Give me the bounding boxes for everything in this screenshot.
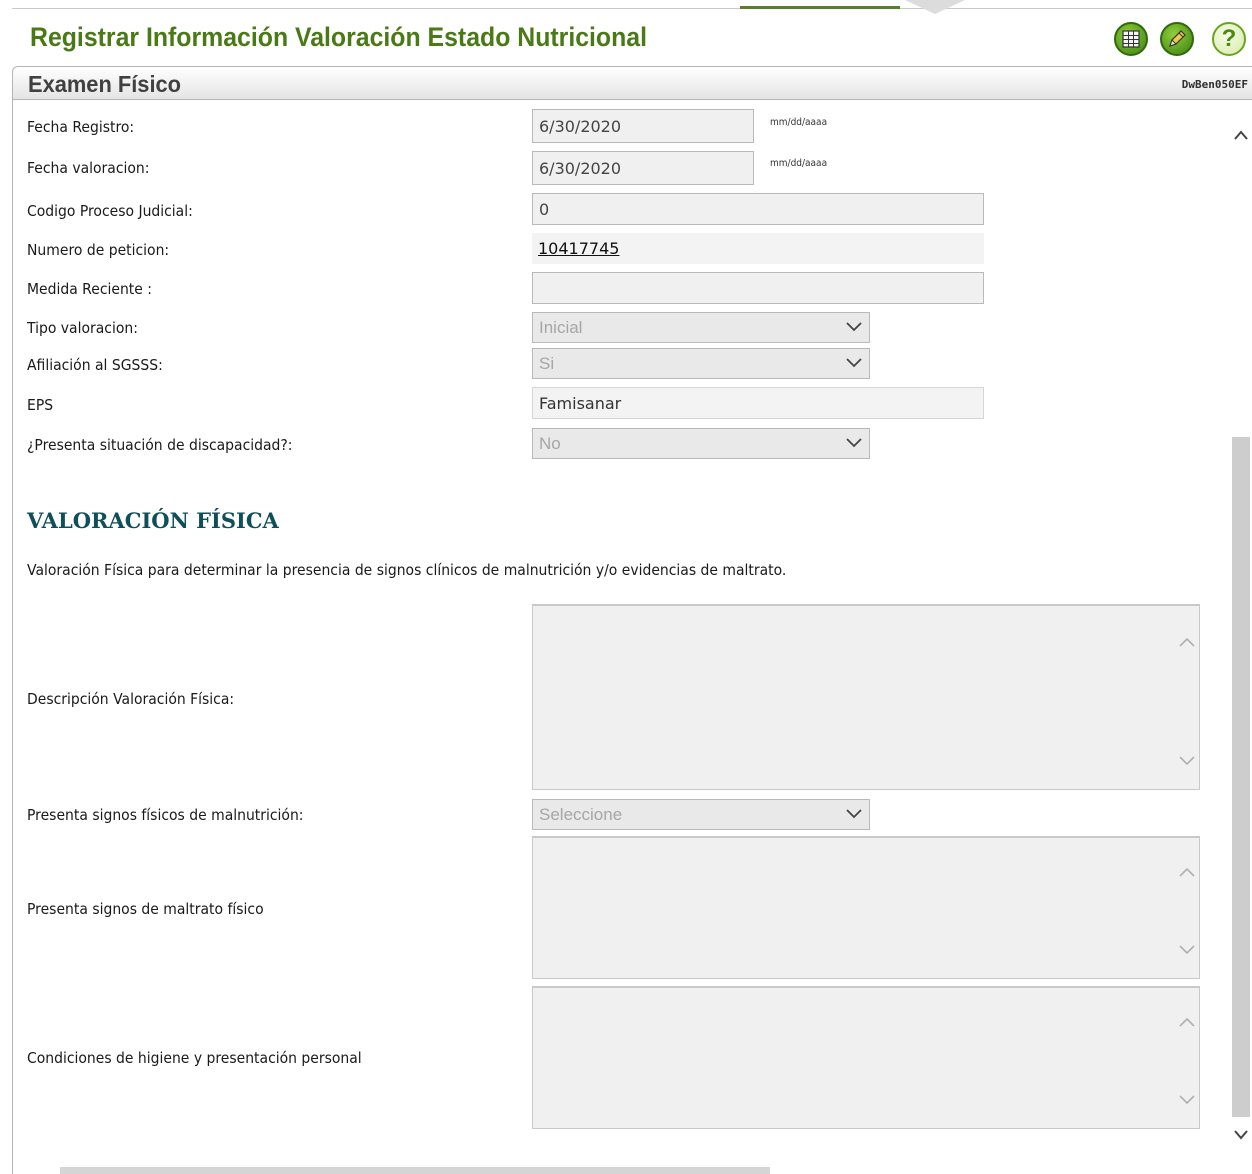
descripcion-valoracion-textarea[interactable] — [532, 604, 1200, 790]
discapacidad-select[interactable]: No — [532, 428, 870, 459]
afiliacion-value: Si — [539, 353, 555, 373]
malnutricion-select[interactable]: Seleccione — [532, 799, 870, 830]
malnutricion-label: Presenta signos físicos de malnutrición: — [27, 806, 304, 824]
afiliacion-select[interactable]: Si — [532, 348, 870, 379]
valoracion-heading: VALORACIÓN FÍSICA — [27, 508, 279, 533]
fecha-registro-label: Fecha Registro: — [27, 118, 135, 136]
medida-reciente-label: Medida Reciente : — [27, 280, 152, 298]
top-tab-indicator — [740, 6, 900, 9]
tipo-valoracion-value: Inicial — [539, 317, 583, 337]
higiene-label: Condiciones de higiene y presentación pe… — [27, 1049, 362, 1067]
codigo-proceso-field[interactable]: 0 — [532, 193, 984, 225]
section-title: Examen Físico — [28, 71, 182, 97]
fecha-registro-hint: mm/dd/aaaa — [770, 117, 828, 128]
fecha-valoracion-label: Fecha valoracion: — [27, 159, 150, 177]
discapacidad-value: No — [539, 433, 561, 453]
content-border — [12, 100, 13, 1174]
maltrato-label: Presenta signos de maltrato físico — [27, 900, 264, 918]
top-divider — [12, 8, 1252, 9]
tipo-valoracion-select[interactable]: Inicial — [532, 312, 870, 343]
discapacidad-label: ¿Presenta situación de discapacidad?: — [27, 436, 293, 454]
chevron-down-icon — [846, 358, 862, 368]
fecha-valoracion-field[interactable]: 6/30/2020 — [532, 151, 754, 185]
scroll-up-icon[interactable] — [1178, 866, 1196, 878]
numero-peticion-label: Numero de peticion: — [27, 241, 170, 259]
higiene-textarea[interactable] — [532, 986, 1200, 1129]
scroll-up-icon[interactable] — [1232, 128, 1250, 142]
chevron-down-icon — [846, 322, 862, 332]
chevron-down-icon — [846, 438, 862, 448]
page-scrollbar-thumb[interactable] — [1232, 437, 1250, 1117]
tipo-valoracion-label: Tipo valoracion: — [27, 319, 138, 337]
eps-field[interactable]: Famisanar — [532, 387, 984, 419]
help-icon[interactable]: ? — [1212, 22, 1246, 56]
valoracion-description: Valoración Física para determinar la pre… — [27, 561, 787, 579]
fecha-valoracion-hint: mm/dd/aaaa — [770, 158, 828, 169]
codigo-proceso-label: Codigo Proceso Judicial: — [27, 202, 193, 220]
medida-reciente-field[interactable] — [532, 272, 984, 304]
section-header-bar — [12, 66, 1252, 100]
scroll-down-icon[interactable] — [1178, 944, 1196, 956]
scroll-up-icon[interactable] — [1178, 1016, 1196, 1028]
scroll-down-icon[interactable] — [1178, 755, 1196, 767]
scroll-up-icon[interactable] — [1178, 636, 1196, 648]
page-title: Registrar Información Valoración Estado … — [30, 22, 648, 52]
fecha-registro-field[interactable]: 6/30/2020 — [532, 109, 754, 143]
horizontal-scrollbar-thumb[interactable] — [60, 1167, 770, 1174]
maltrato-textarea[interactable] — [532, 836, 1200, 979]
eps-label: EPS — [27, 396, 54, 414]
textarea-scrollbar[interactable] — [1175, 838, 1199, 978]
top-notch — [905, 0, 965, 14]
help-glyph: ? — [1221, 25, 1237, 52]
descripcion-valoracion-label: Descripción Valoración Física: — [27, 690, 235, 708]
edit-pencil-icon[interactable] — [1160, 22, 1194, 56]
chevron-down-icon — [846, 809, 862, 819]
malnutricion-value: Seleccione — [539, 804, 623, 824]
textarea-scrollbar[interactable] — [1175, 988, 1199, 1128]
afiliacion-label: Afiliación al SGSSS: — [27, 356, 163, 374]
form-code: DwBen050EF — [1181, 78, 1248, 91]
scroll-down-icon[interactable] — [1232, 1128, 1250, 1142]
numero-peticion-link[interactable]: 10417745 — [532, 233, 984, 264]
grid-icon[interactable] — [1114, 22, 1148, 56]
scroll-down-icon[interactable] — [1178, 1094, 1196, 1106]
